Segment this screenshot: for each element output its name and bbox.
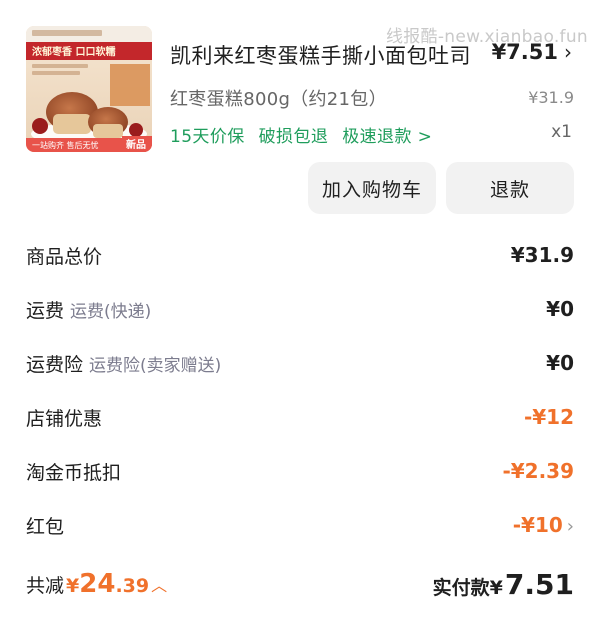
shipping-insurance-value: ¥0 <box>546 351 574 375</box>
product-price[interactable]: ¥7.51 › <box>492 40 572 64</box>
paid-amount: 实付款 ¥7.51 <box>433 568 574 601</box>
reduced-dec: .39 <box>115 575 150 597</box>
reduced-amount[interactable]: ¥24.39 <box>66 569 149 599</box>
add-to-cart-button[interactable]: 加入购物车 <box>308 162 436 214</box>
product-image-badge: 新品 <box>126 138 146 151</box>
shipping-insurance-label: 运费险 <box>26 353 84 376</box>
total-price-label: 商品总价 <box>26 245 103 268</box>
shipping-value: ¥0 <box>546 297 574 321</box>
product-title[interactable]: 凯利来红枣蛋糕手撕小面包吐司 <box>170 40 471 70</box>
shipping-label: 运费 <box>26 299 65 322</box>
red-packet-amount: -¥10 <box>512 513 563 537</box>
product-thumbnail[interactable]: 浓郁枣香 口口软糯 一站购齐 售后无忧 新品 <box>26 26 152 152</box>
product-spec: 红枣蛋糕800g（约21包） <box>170 89 387 110</box>
red-packet-label: 红包 <box>26 515 65 538</box>
shipping-sub: 运费(快递) <box>70 301 152 322</box>
service-tags[interactable]: 15天价保 破损包退 极速退款 > <box>170 122 432 147</box>
summary-row-coin-deduction: 淘金币抵扣 -¥2.39 <box>26 456 574 486</box>
chevron-right-icon: › <box>566 516 574 537</box>
reduced-label: 共减 <box>26 574 65 597</box>
red-packet-value[interactable]: -¥10 › <box>513 513 574 537</box>
shipping-insurance-sub: 运费险(卖家赠送) <box>89 355 222 376</box>
order-total-bar: 共减 ¥24.39 ︿ 实付款 ¥7.51 <box>26 562 574 606</box>
tag-price-protection: 15天价保 <box>170 127 245 147</box>
product-quantity: x1 <box>551 122 572 142</box>
product-image: 浓郁枣香 口口软糯 一站购齐 售后无忧 新品 <box>26 26 152 152</box>
product-image-footer: 一站购齐 售后无忧 <box>32 140 99 150</box>
paid-label: 实付款 <box>432 576 490 599</box>
summary-row-store-discount: 店铺优惠 -¥12 <box>26 402 574 432</box>
reduced-int: 24 <box>79 569 116 599</box>
summary-row-total: 商品总价 ¥31.9 <box>26 240 574 270</box>
store-discount-value: -¥12 <box>523 405 574 429</box>
paid-currency: ¥ <box>489 576 503 599</box>
product-card[interactable]: 浓郁枣香 口口软糯 一站购齐 售后无忧 新品 凯利来红枣蛋糕手撕小面包吐司 ¥7… <box>26 26 576 154</box>
product-price-value: ¥7.51 <box>491 40 558 64</box>
product-image-banner: 浓郁枣香 口口软糯 <box>32 45 115 58</box>
tag-fast-refund[interactable]: 极速退款 > <box>342 122 432 147</box>
product-original-price: ¥31.9 <box>528 88 574 107</box>
total-price-value: ¥31.9 <box>510 243 574 267</box>
coin-deduction-label: 淘金币抵扣 <box>26 461 122 484</box>
paid-value: 7.51 <box>504 567 574 601</box>
reduced-currency: ¥ <box>66 575 80 597</box>
chevron-right-icon: › <box>564 40 572 64</box>
refund-button[interactable]: 退款 <box>446 162 574 214</box>
summary-row-red-packet[interactable]: 红包 -¥10 › <box>26 510 574 540</box>
chevron-up-icon[interactable]: ︿ <box>151 572 167 596</box>
coin-deduction-value: -¥2.39 <box>502 459 574 483</box>
store-discount-label: 店铺优惠 <box>26 407 103 430</box>
summary-row-shipping: 运费 运费(快递) ¥0 <box>26 294 574 324</box>
summary-row-shipping-insurance: 运费险 运费险(卖家赠送) ¥0 <box>26 348 574 378</box>
tag-damage-return: 破损包退 <box>258 127 329 147</box>
